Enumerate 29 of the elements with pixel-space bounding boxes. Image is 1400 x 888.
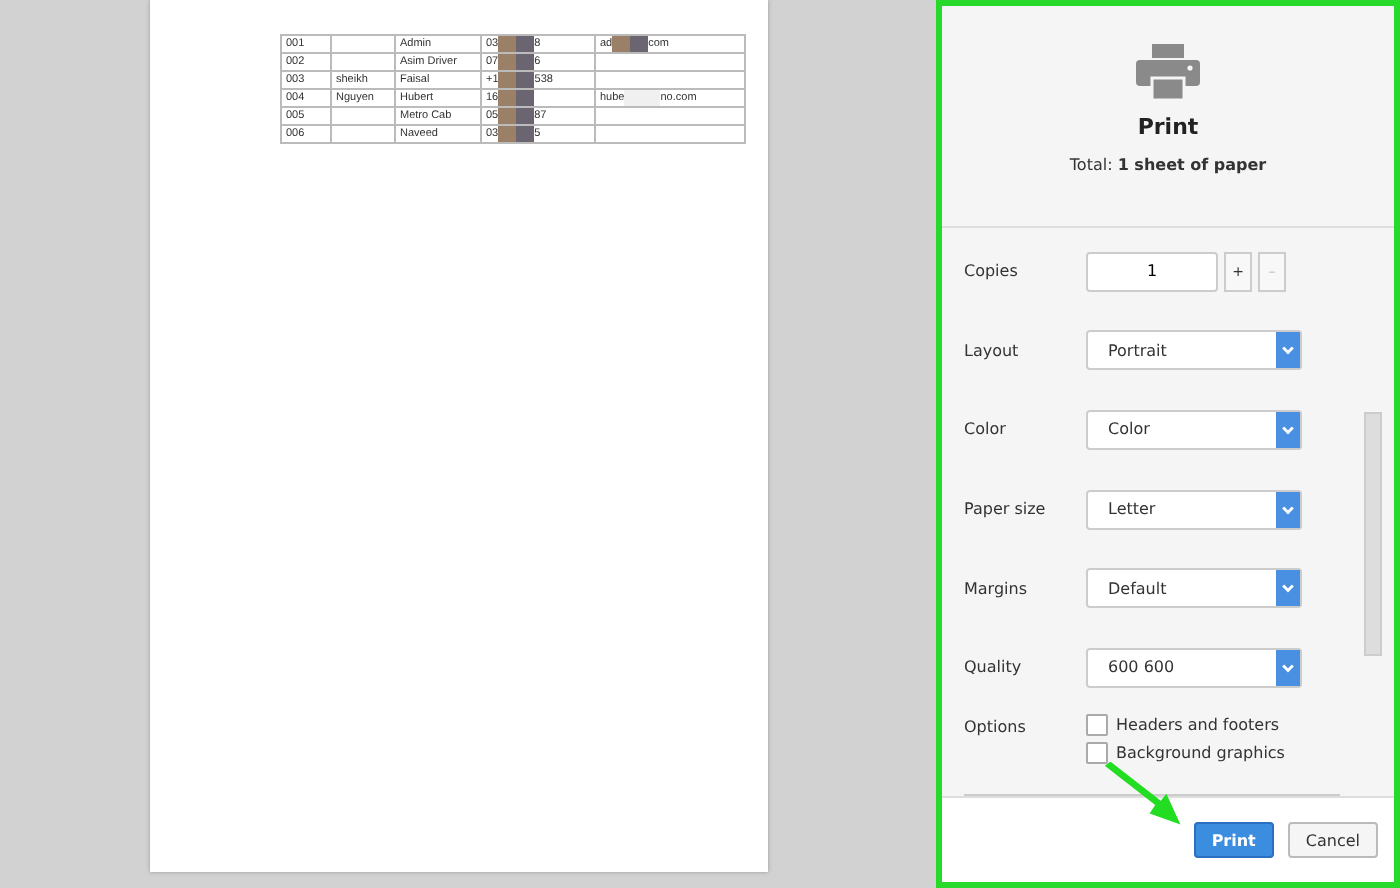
total-summary: Total: 1 sheet of paper — [1069, 156, 1267, 174]
chevron-icon — [1276, 491, 1300, 528]
checkbox-label: Background graphics — [1116, 743, 1285, 762]
copies-field[interactable]: 1 — [1086, 251, 1218, 292]
setting-label: Copies — [964, 262, 1020, 281]
checkbox[interactable] — [1086, 741, 1108, 764]
setting-label: Paper size — [964, 500, 1048, 519]
setting-label: Color — [964, 420, 1008, 439]
dropdown[interactable]: Letter — [1086, 489, 1302, 530]
setting-label: Layout — [964, 341, 1021, 360]
chevron-icon — [1276, 411, 1300, 448]
dropdown[interactable]: Portrait — [1086, 330, 1302, 371]
setting-label: Margins — [964, 579, 1029, 598]
setting-label: Quality — [964, 658, 1024, 677]
printer-icon — [1136, 44, 1200, 100]
setting-label: Options — [964, 717, 1028, 736]
dropdown[interactable]: Color — [1086, 409, 1302, 450]
dropdown[interactable]: Default — [1086, 568, 1302, 609]
checkbox[interactable] — [1086, 713, 1108, 736]
chevron-icon — [1276, 649, 1300, 686]
checkbox-label: Headers and footers — [1116, 715, 1280, 734]
chevron-icon — [1276, 570, 1300, 607]
scrollbar-thumb[interactable] — [1364, 412, 1382, 656]
dropdown[interactable]: 600 600 — [1086, 647, 1302, 688]
redaction-block — [624, 90, 661, 106]
dialog-title: Print — [1137, 114, 1199, 140]
cancel-button[interactable]: Cancel — [1287, 822, 1378, 858]
chevron-icon — [1276, 332, 1300, 369]
redaction-block — [612, 36, 649, 52]
